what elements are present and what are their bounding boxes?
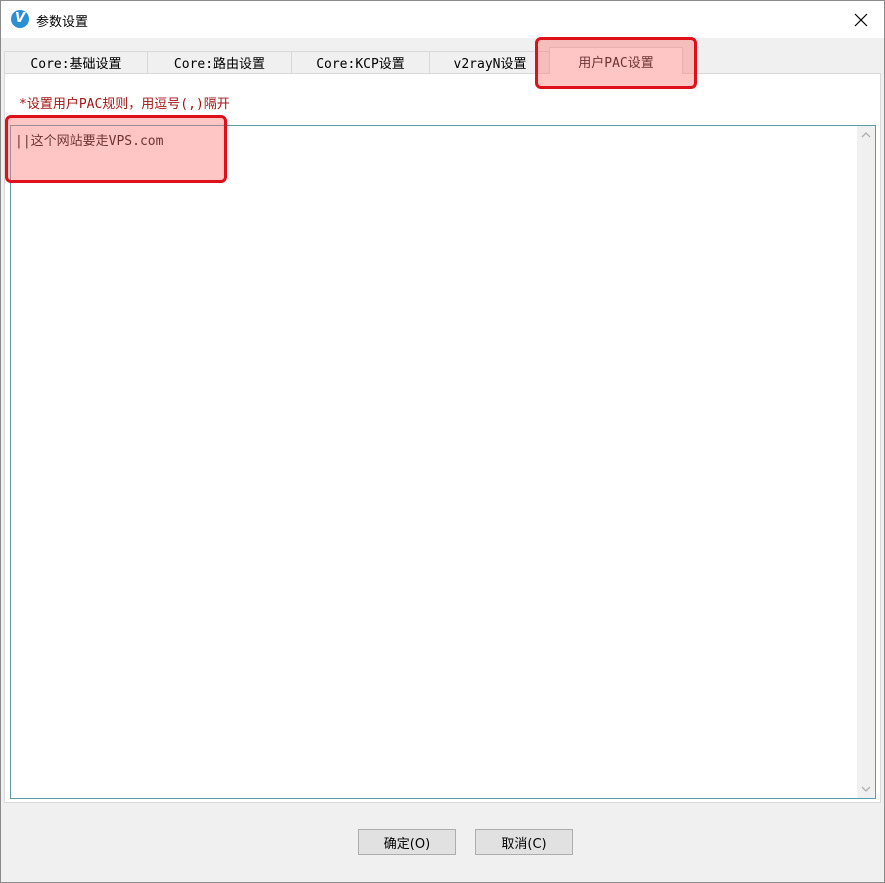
v2rayn-logo-icon: V bbox=[11, 10, 29, 28]
scroll-up-button[interactable] bbox=[857, 126, 875, 144]
scroll-down-button[interactable] bbox=[857, 780, 875, 798]
settings-window: V 参数设置 Core:基础设置 Core:路由设置 Core:KCP设置 v2… bbox=[0, 0, 885, 883]
pac-rules-text: ||这个网站要走VPS.com bbox=[15, 134, 164, 149]
title-bar[interactable]: V 参数设置 bbox=[1, 1, 884, 38]
tab-v2rayn[interactable]: v2rayN设置 bbox=[429, 51, 551, 73]
close-icon bbox=[854, 13, 868, 26]
cancel-button[interactable]: 取消(C) bbox=[475, 829, 573, 855]
chevron-up-icon bbox=[861, 132, 871, 138]
tab-core-kcp[interactable]: Core:KCP设置 bbox=[291, 51, 430, 73]
chevron-down-icon bbox=[861, 786, 871, 792]
ok-button[interactable]: 确定(O) bbox=[358, 829, 456, 855]
window-title: 参数设置 bbox=[36, 15, 89, 30]
pac-rules-textarea[interactable]: ||这个网站要走VPS.com bbox=[10, 125, 876, 799]
tab-core-routing[interactable]: Core:路由设置 bbox=[147, 51, 292, 73]
tab-core-basic[interactable]: Core:基础设置 bbox=[4, 51, 148, 73]
tab-user-pac[interactable]: 用户PAC设置 bbox=[549, 47, 683, 74]
close-button[interactable] bbox=[838, 1, 884, 38]
pac-hint-label: *设置用户PAC规则，用逗号(,)隔开 bbox=[19, 97, 230, 112]
vertical-scrollbar[interactable] bbox=[857, 126, 875, 798]
